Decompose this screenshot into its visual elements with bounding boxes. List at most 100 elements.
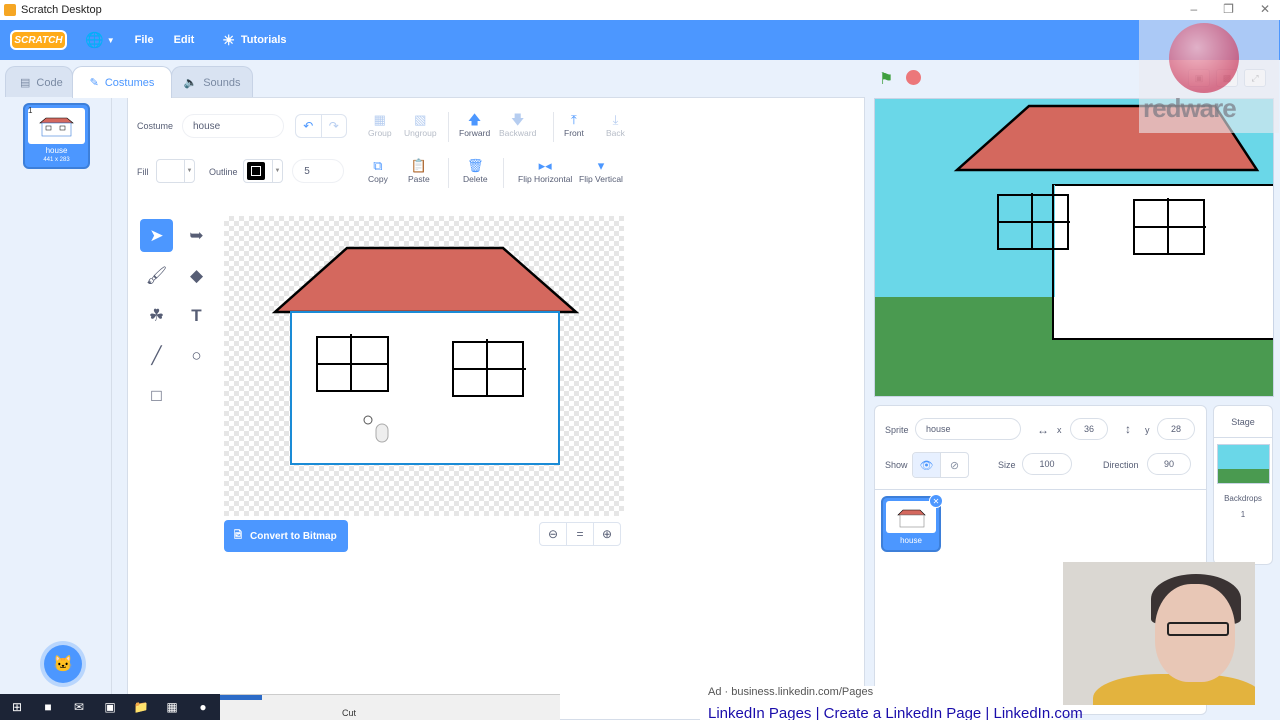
window-titlebar: Scratch Desktop – ❐ ✕: [0, 0, 1280, 20]
tab-costumes[interactable]: ✎ Costumes: [72, 66, 172, 98]
flip-horizontal-button[interactable]: ▸◂ Flip Horizontal: [518, 158, 572, 184]
eye-hidden-icon[interactable]: ⊘: [940, 453, 968, 477]
direction-label: Direction: [1103, 460, 1139, 470]
desktop-icon[interactable]: ■: [39, 700, 57, 714]
edit-menu[interactable]: Edit: [174, 34, 195, 46]
forward-button[interactable]: 🡅 Forward: [459, 112, 490, 138]
tab-sounds[interactable]: 🔈 Sounds: [171, 66, 253, 98]
restore-icon[interactable]: ❐: [1223, 2, 1234, 16]
x-position-input[interactable]: 36: [1070, 418, 1108, 440]
flip-vertical-button[interactable]: ▾ Flip Vertical: [579, 158, 623, 184]
minimize-icon[interactable]: –: [1190, 2, 1197, 16]
stage-target-pane[interactable]: Stage Backdrops 1: [1213, 405, 1273, 565]
undo-icon[interactable]: ↶: [296, 115, 321, 137]
folder-icon[interactable]: 📁: [132, 700, 150, 714]
brush-tool[interactable]: 🖌: [140, 259, 173, 292]
convert-label: Convert to Bitmap: [250, 530, 337, 542]
stage-canvas[interactable]: [874, 98, 1274, 397]
costume-name-input[interactable]: house: [182, 114, 284, 138]
delete-button[interactable]: 🗑 Delete: [463, 158, 488, 184]
line-tool[interactable]: ╱: [140, 339, 173, 372]
watermark-text: redware: [1143, 93, 1237, 123]
sprite-info: Sprite house ↔ x 36 ↕ y 28 Show 👁 ⊘ Size…: [875, 406, 1206, 490]
app-icon[interactable]: ●: [194, 700, 212, 714]
divider: [503, 158, 504, 188]
fill-tool[interactable]: ☘: [140, 299, 173, 332]
eraser-tool[interactable]: ◆: [180, 259, 213, 292]
front-button[interactable]: ⤒ Front: [564, 112, 584, 138]
convert-to-bitmap-button[interactable]: 🖻 Convert to Bitmap: [224, 520, 348, 552]
outline-width-input[interactable]: 5: [292, 159, 344, 183]
backward-label: Backward: [499, 128, 537, 138]
fill-swatch: [160, 162, 178, 180]
fill-color-picker[interactable]: ▼: [156, 159, 195, 183]
paste-button[interactable]: 📋 Paste: [408, 158, 430, 184]
outline-label: Outline: [209, 167, 238, 177]
text-tool[interactable]: T: [180, 299, 213, 332]
zoom-out-icon[interactable]: ⊖: [540, 523, 566, 545]
mail-icon[interactable]: ✉: [70, 700, 88, 714]
drawing-canvas[interactable]: [224, 216, 624, 516]
house-wall[interactable]: [290, 311, 560, 465]
vertical-arrows-icon: ↕: [1125, 422, 1131, 436]
outline-color-picker[interactable]: ▼: [243, 159, 283, 183]
costume-thumbnail: [28, 108, 85, 144]
green-flag-icon[interactable]: ⚑: [879, 69, 893, 89]
group-button[interactable]: ▦ Group: [368, 112, 392, 138]
horizontal-arrows-icon: ↔: [1037, 423, 1049, 437]
ungroup-button[interactable]: ▧ Ungroup: [404, 112, 437, 138]
redo-icon[interactable]: ↷: [320, 115, 347, 137]
scratch-logo[interactable]: SCRATCH: [10, 30, 67, 50]
webcam-overlay: [1063, 562, 1255, 705]
reshape-tool[interactable]: ➥: [180, 219, 213, 252]
size-input[interactable]: 100: [1022, 453, 1072, 475]
ad-overlay: Ad · business.linkedin.com/Pages LinkedI…: [700, 686, 1083, 720]
sprite-tile[interactable]: house ✕: [881, 494, 943, 552]
copy-label: Copy: [368, 174, 388, 184]
direction-input[interactable]: 90: [1147, 453, 1191, 475]
windows-start-icon[interactable]: ⊞: [8, 700, 26, 714]
select-tool[interactable]: ➤: [140, 219, 173, 252]
scratch-window: Scratch Desktop – ❐ ✕ SCRATCH 🌐 ▼ File E…: [0, 0, 1280, 720]
chevron-down-icon[interactable]: ▼: [107, 36, 115, 45]
show-toggle: 👁 ⊘: [912, 452, 969, 478]
tab-code[interactable]: ▤ Code: [5, 66, 73, 98]
stop-icon[interactable]: [906, 70, 921, 85]
paint-editor: Costume house ↶ ↷ ▦ Group ▧ Ungroup 🡅 Fo…: [127, 97, 865, 720]
circle-tool[interactable]: ○: [180, 339, 213, 372]
app-icon[interactable]: ▣: [101, 700, 119, 714]
app-icon[interactable]: ▦: [163, 700, 181, 714]
tab-costumes-label: Costumes: [104, 76, 155, 89]
backward-button[interactable]: 🡇 Backward: [499, 112, 536, 138]
menu-bar: SCRATCH 🌐 ▼ File Edit ☀ Tutorials: [0, 20, 1280, 60]
globe-icon[interactable]: 🌐: [85, 31, 104, 49]
close-icon[interactable]: ✕: [1260, 2, 1270, 16]
costume-tile[interactable]: 1 house 441 x 283: [23, 103, 90, 169]
file-menu[interactable]: File: [135, 34, 154, 46]
scratch-app-icon: [4, 4, 16, 16]
flip-vertical-label: Flip Vertical: [579, 174, 623, 184]
zoom-reset-button[interactable]: =: [566, 523, 593, 545]
cut-label[interactable]: Cut: [342, 708, 356, 718]
rectangle-tool[interactable]: □: [140, 379, 173, 412]
backdrop-thumbnail: [1217, 444, 1270, 484]
y-position-input[interactable]: 28: [1157, 418, 1195, 440]
roof-shape[interactable]: [271, 246, 580, 314]
close-icon[interactable]: ✕: [929, 494, 943, 508]
fill-label: Fill: [137, 167, 149, 177]
back-button[interactable]: ⤓ Back: [606, 112, 625, 138]
eye-icon[interactable]: 👁: [913, 453, 940, 477]
costume-list: 1 house 441 x 283 🐱: [0, 97, 112, 720]
brush-icon: ✎: [89, 77, 99, 89]
ad-link[interactable]: LinkedIn Pages | Create a LinkedIn Page …: [708, 705, 1083, 720]
sprite-name-input[interactable]: house: [915, 418, 1021, 440]
redware-watermark: redware: [1139, 20, 1279, 133]
lightbulb-icon[interactable]: ☀: [222, 32, 235, 49]
choose-costume-button[interactable]: 🐱: [44, 645, 82, 683]
copy-button[interactable]: ⧉ Copy: [368, 158, 388, 184]
reshape-icon: ➥: [189, 225, 204, 245]
zoom-in-icon[interactable]: ⊕: [593, 523, 620, 545]
tutorials-menu[interactable]: Tutorials: [241, 34, 287, 46]
globe-logo-icon: [1169, 23, 1239, 93]
ungroup-icon: ▧: [414, 112, 427, 127]
